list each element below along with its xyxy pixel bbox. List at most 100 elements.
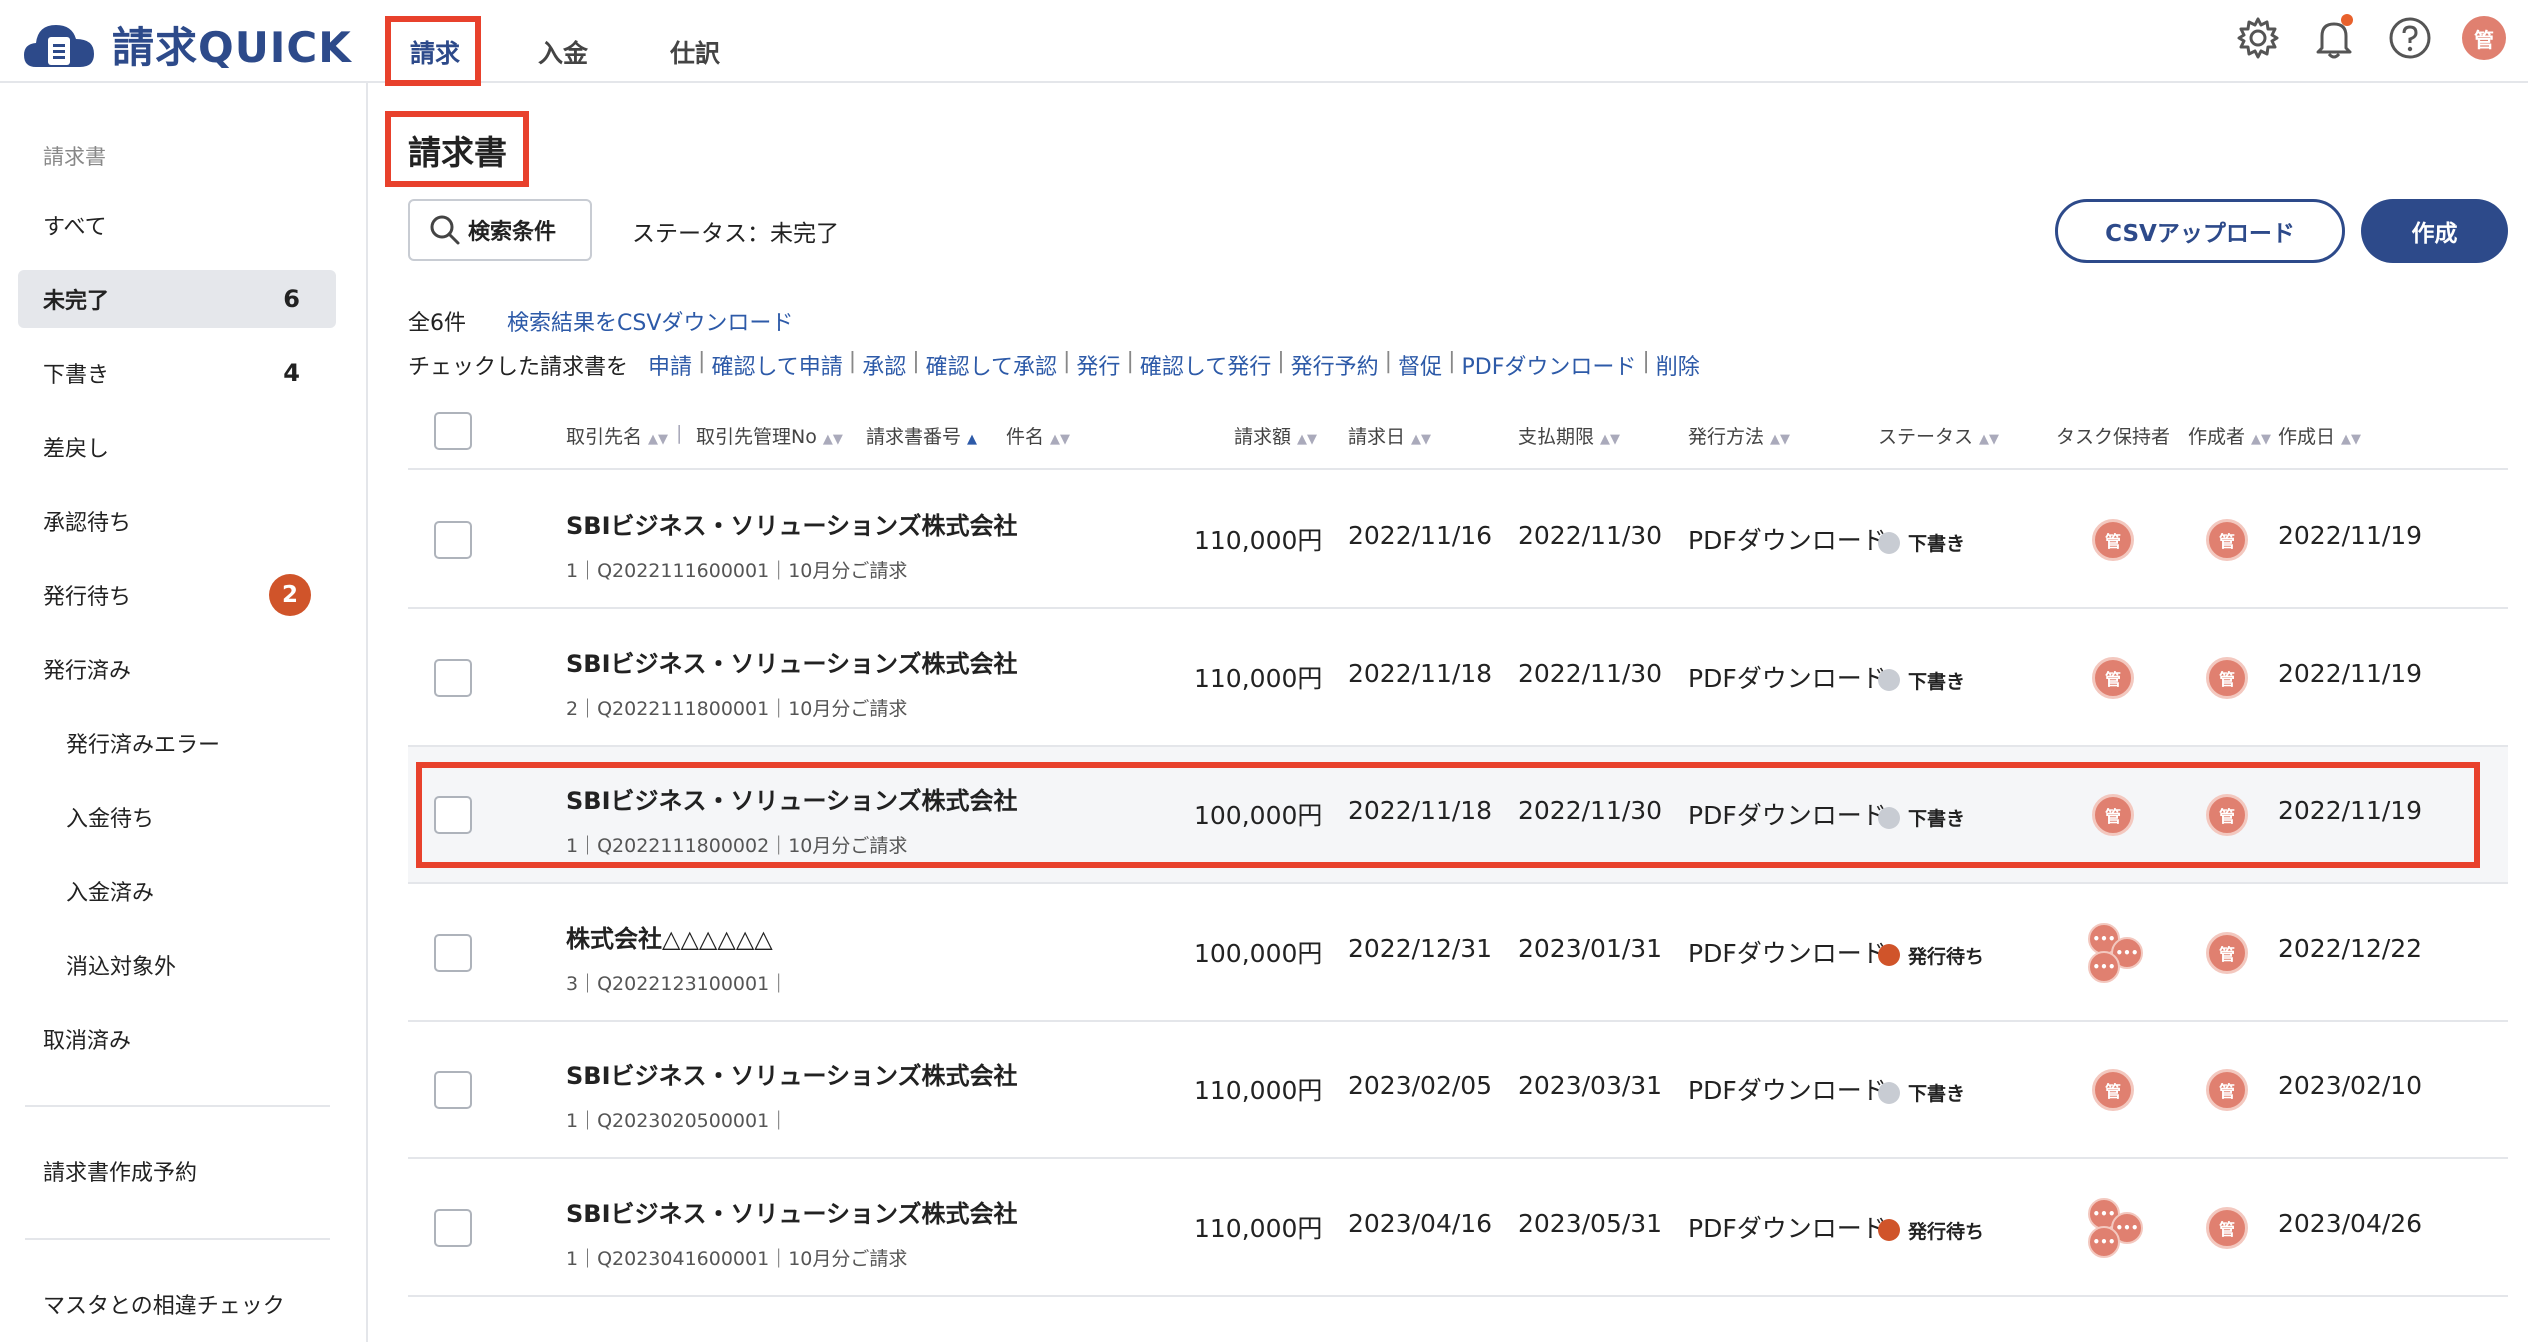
task-holder-avatar: ••• xyxy=(2088,1225,2120,1258)
sidebar-item-awaiting-payment[interactable]: 入金待ち xyxy=(18,788,336,846)
table-row[interactable]: SBIビジネス・ソリューションズ株式会社 1｜Q2023020500001｜ 1… xyxy=(408,1022,2508,1159)
result-count: 全6件 xyxy=(408,311,466,336)
bulk-remind[interactable]: 督促 xyxy=(1398,349,1442,381)
sidebar-item-excluded[interactable]: 消込対象外 xyxy=(18,936,336,994)
sidebar-item-paid[interactable]: 入金済み xyxy=(18,862,336,920)
sidebar-divider xyxy=(25,1105,330,1107)
search-conditions-button[interactable]: 検索条件 xyxy=(408,199,592,261)
col-label: ステータス xyxy=(1878,426,1974,448)
bulk-actions-lead: チェックした請求書を xyxy=(408,355,629,380)
partner-name[interactable]: SBIビジネス・ソリューションズ株式会社 xyxy=(566,1056,1018,1091)
bulk-confirm-issue[interactable]: 確認して発行 xyxy=(1140,349,1271,381)
row-checkbox[interactable] xyxy=(434,1208,472,1247)
sidebar-item-awaiting-issue[interactable]: 発行待ち 2 xyxy=(18,566,336,624)
col-status[interactable]: ステータス ▲▼ xyxy=(1878,422,1999,449)
status-badge: 下書き xyxy=(1878,529,1965,556)
table-row[interactable]: SBIビジネス・ソリューションズ株式会社 1｜Q2022111600001｜10… xyxy=(408,472,2508,609)
bulk-delete[interactable]: 削除 xyxy=(1656,349,1700,381)
highlight-box xyxy=(416,762,2480,868)
status-label: 発行待ち xyxy=(1908,945,1985,968)
table-row[interactable]: 株式会社△△△△△△ 3｜Q2022123100001｜ 100,000円 20… xyxy=(408,885,2508,1022)
col-subject[interactable]: 件名 ▲▼ xyxy=(1006,422,1070,449)
table-row[interactable]: SBIビジネス・ソリューションズ株式会社 1｜Q2023041600001｜10… xyxy=(408,1160,2508,1297)
invoice-date: 2022/12/31 xyxy=(1348,933,1493,963)
sidebar-item-master-check[interactable]: マスタとの相違チェック xyxy=(18,1275,336,1333)
highlight-box xyxy=(385,16,481,86)
highlight-box xyxy=(385,111,529,187)
status-badge: 下書き xyxy=(1878,1079,1965,1106)
table-row[interactable]: SBIビジネス・ソリューションズ株式会社 2｜Q2022111800001｜10… xyxy=(408,610,2508,747)
user-avatar[interactable]: 管 xyxy=(2462,16,2506,60)
sort-icon: ▲▼ xyxy=(1979,432,2000,447)
row-checkbox[interactable] xyxy=(434,1071,472,1109)
row-checkbox[interactable] xyxy=(434,521,472,559)
sidebar-item-returned[interactable]: 差戻し xyxy=(18,418,336,476)
creator-avatar: 管 xyxy=(2206,519,2248,561)
col-invoice-no[interactable]: 請求書番号 ▲ xyxy=(866,422,977,449)
sort-icon: ▲▼ xyxy=(2251,432,2272,447)
bulk-issue[interactable]: 発行 xyxy=(1076,349,1120,381)
invoice-meta: 3｜Q2022123100001｜ xyxy=(566,972,789,995)
create-button[interactable]: 作成 xyxy=(2361,199,2508,263)
col-label: 請求書番号 xyxy=(866,426,962,448)
bulk-pdf-download[interactable]: PDFダウンロード xyxy=(1462,349,1637,381)
status-label: 下書き xyxy=(1908,1083,1966,1105)
col-created[interactable]: 作成日 ▲▼ xyxy=(2278,422,2361,449)
bulk-confirm-approve[interactable]: 確認して承認 xyxy=(926,349,1057,381)
bulk-approve[interactable]: 承認 xyxy=(862,349,906,381)
creator-avatar: 管 xyxy=(2206,656,2248,699)
col-partner-no[interactable]: 取引先管理No ▲▼ xyxy=(696,422,843,449)
col-separator: | xyxy=(676,422,683,444)
col-label: 取引先名 xyxy=(566,426,643,448)
amount: 110,000円 xyxy=(1194,663,1323,693)
invoice-meta: 1｜Q2023041600001｜10月分ご請求 xyxy=(566,1247,908,1270)
bulk-actions: チェックした請求書を 申請 | 確認して申請 | 承認 | 確認して承認 | 発行 | 確… xyxy=(408,349,1700,381)
bulk-schedule-issue[interactable]: 発行予約 xyxy=(1291,349,1379,381)
invoice-date: 2022/11/18 xyxy=(1348,658,1493,688)
sidebar-item-incomplete[interactable]: 未完了 6 xyxy=(18,270,336,328)
partner-name[interactable]: SBIビジネス・ソリューションズ株式会社 xyxy=(566,506,1018,541)
col-partner[interactable]: 取引先名 ▲▼ xyxy=(566,422,668,449)
sidebar-item-label: 取消済み xyxy=(43,1029,132,1054)
partner-name[interactable]: SBIビジネス・ソリューションズ株式会社 xyxy=(566,644,1018,679)
partner-name[interactable]: SBIビジネス・ソリューションズ株式会社 xyxy=(566,1194,1018,1229)
partner-name[interactable]: 株式会社△△△△△△ xyxy=(566,919,773,954)
table-header: 取引先名 ▲▼ | 取引先管理No ▲▼ 請求書番号 ▲ 件名 ▲▼ 請求額 ▲▼ 請求日… xyxy=(408,408,2508,470)
task-holder-avatar: ••• xyxy=(2088,950,2120,983)
csv-download-link[interactable]: 検索結果をCSVダウンロード xyxy=(507,305,793,337)
col-label: 発行方法 xyxy=(1688,426,1765,448)
sidebar-item-awaiting-approval[interactable]: 承認待ち xyxy=(18,492,336,550)
bulk-apply[interactable]: 申請 xyxy=(648,349,692,381)
col-due-date[interactable]: 支払期限 ▲▼ xyxy=(1518,422,1620,449)
app-logo[interactable]: 請求QUICK xyxy=(22,14,352,75)
csv-upload-button[interactable]: CSVアップロード xyxy=(2055,199,2345,263)
sidebar-count: 6 xyxy=(283,285,300,313)
sidebar-item-schedule[interactable]: 請求書作成予約 xyxy=(18,1142,336,1200)
sort-icon: ▲▼ xyxy=(648,432,669,447)
due-date: 2022/11/30 xyxy=(1518,658,1663,688)
bulk-confirm-apply[interactable]: 確認して申請 xyxy=(711,349,842,381)
col-invoice-date[interactable]: 請求日 ▲▼ xyxy=(1348,422,1431,449)
col-method[interactable]: 発行方法 ▲▼ xyxy=(1688,422,1790,449)
created-date: 2022/12/22 xyxy=(2278,933,2423,963)
tab-payment[interactable]: 入金 xyxy=(538,34,588,70)
sidebar-item-cancelled[interactable]: 取消済み xyxy=(18,1010,336,1068)
tab-journal[interactable]: 仕訳 xyxy=(670,34,720,70)
sidebar-item-issued-error[interactable]: 発行済みエラー xyxy=(18,714,336,772)
col-label: 支払期限 xyxy=(1518,426,1595,448)
col-amount[interactable]: 請求額 ▲▼ xyxy=(1234,422,1317,449)
amount: 100,000円 xyxy=(1194,938,1323,968)
sidebar-item-draft[interactable]: 下書き 4 xyxy=(18,344,336,402)
select-all-checkbox[interactable] xyxy=(434,412,472,450)
creator-avatar: 管 xyxy=(2206,1069,2248,1111)
col-creator[interactable]: 作成者 ▲▼ xyxy=(2188,422,2271,449)
sort-icon: ▲▼ xyxy=(1600,432,1621,447)
sort-icon: ▲▼ xyxy=(1297,432,1318,447)
row-checkbox[interactable] xyxy=(434,933,472,972)
help-icon[interactable] xyxy=(2388,16,2432,60)
status-badge: 下書き xyxy=(1878,667,1965,694)
row-checkbox[interactable] xyxy=(434,658,472,697)
sidebar-item-issued[interactable]: 発行済み xyxy=(18,640,336,698)
sidebar-item-all[interactable]: すべて xyxy=(18,196,336,254)
gear-icon[interactable] xyxy=(2236,16,2280,60)
